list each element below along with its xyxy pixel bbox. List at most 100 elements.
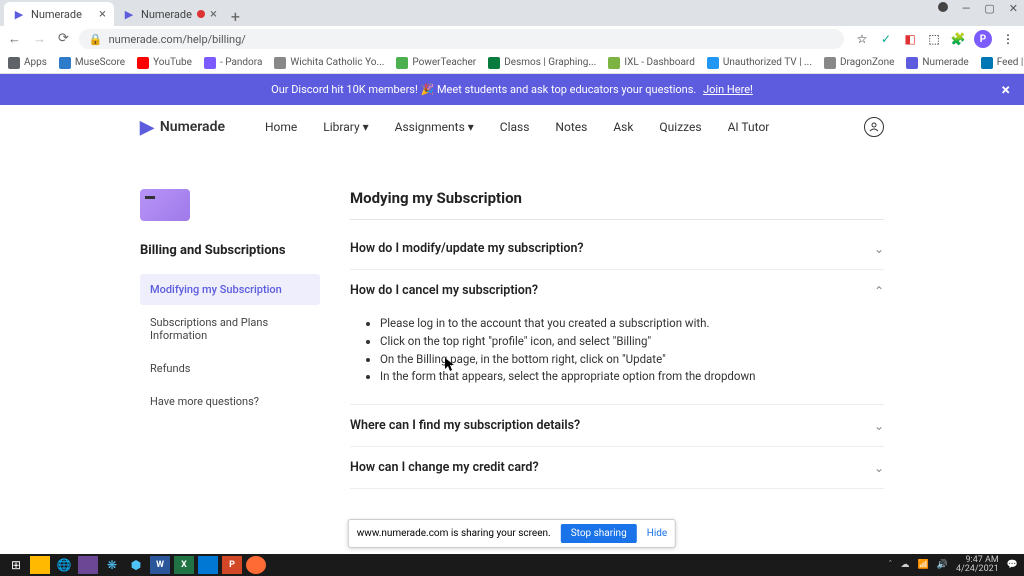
extension-icon-1[interactable]: ✓ [878, 31, 894, 47]
record-indicator [938, 2, 948, 12]
sidebar-item-refunds[interactable]: Refunds [140, 353, 320, 384]
bookmark-linkedin[interactable]: Feed | LinkedIn [981, 57, 1024, 69]
faq-header[interactable]: Where can I find my subscription details… [350, 405, 884, 446]
logo-text: Numerade [160, 119, 225, 135]
minimize-button[interactable]: — [962, 2, 971, 15]
bookmark-unauthorized[interactable]: Unauthorized TV | ... [707, 57, 812, 69]
banner-link[interactable]: Join Here! [703, 83, 753, 96]
bookmark-dragonzone[interactable]: DragonZone [824, 57, 894, 69]
bookmark-youtube[interactable]: YouTube [137, 57, 192, 69]
tab-title: Numerade [31, 8, 94, 21]
chevron-down-icon: ⌄ [874, 242, 884, 256]
start-button[interactable]: ⊞ [6, 556, 26, 574]
faq-header[interactable]: How do I modify/update my subscription? … [350, 228, 884, 269]
banner-text: Our Discord hit 10K members! 🎉 Meet stud… [271, 83, 753, 96]
task-excel[interactable]: X [174, 556, 194, 574]
sidebar: Billing and Subscriptions Modifying my S… [140, 189, 320, 489]
hide-sharing-button[interactable]: Hide [647, 528, 668, 539]
banner-close-icon[interactable]: × [1002, 80, 1011, 99]
nav-library[interactable]: Library ▾ [323, 120, 368, 134]
lock-icon: 🔒 [89, 33, 103, 46]
faq-step: On the Billing page, in the bottom right… [380, 351, 884, 369]
sidebar-title: Billing and Subscriptions [140, 243, 320, 258]
extension-icon-2[interactable]: ◧ [902, 31, 918, 47]
billing-illustration [140, 189, 190, 221]
window-controls: — ▢ ✕ [938, 2, 1018, 15]
stop-sharing-button[interactable]: Stop sharing [561, 524, 637, 543]
faq-step: Please log in to the account that you cr… [380, 315, 884, 333]
nav-assignments[interactable]: Assignments ▾ [395, 120, 474, 134]
faq-details: Where can I find my subscription details… [350, 405, 884, 447]
reload-button[interactable]: ⟳ [58, 31, 69, 47]
faq-question: How do I cancel my subscription? [350, 283, 538, 298]
tray-wifi-icon[interactable]: 📶 [918, 560, 929, 570]
browser-tab-2[interactable]: ▶ Numerade × [114, 2, 225, 26]
profile-icon[interactable] [864, 117, 884, 137]
sidebar-item-modifying[interactable]: Modifying my Subscription [140, 274, 320, 305]
notification-icon[interactable]: 💬 [1007, 560, 1018, 570]
address-bar: ← → ⟳ 🔒 numerade.com/help/billing/ ☆ ✓ ◧… [0, 26, 1024, 52]
menu-icon[interactable]: ⋮ [1000, 31, 1016, 47]
bookmark-wichita[interactable]: Wichita Catholic Yo... [274, 57, 384, 69]
url-text: numerade.com/help/billing/ [109, 33, 246, 46]
favicon-icon: ▶ [12, 7, 26, 21]
sidebar-item-plans[interactable]: Subscriptions and Plans Information [140, 307, 320, 351]
task-app-3[interactable]: ⬢ [126, 556, 146, 574]
tab-close-icon[interactable]: × [99, 7, 106, 22]
star-icon[interactable]: ☆ [854, 31, 870, 47]
task-explorer[interactable] [30, 556, 50, 574]
main-content: Modying my Subscription How do I modify/… [350, 189, 884, 489]
browser-tab-1[interactable]: ▶ Numerade × [4, 2, 114, 26]
bookmark-numerade[interactable]: Numerade [906, 57, 968, 69]
taskbar: ⊞ 🌐 ❋ ⬢ W X P ˆ ☁ 📶 🔊 9:47 AM 4/24/2021 … [0, 554, 1024, 576]
faq-question: How can I change my credit card? [350, 460, 539, 475]
system-clock[interactable]: 9:47 AM 4/24/2021 [956, 556, 999, 574]
nav-quizzes[interactable]: Quizzes [659, 120, 701, 134]
logo[interactable]: ▶ Numerade [140, 117, 225, 138]
browser-chrome: — ▢ ✕ ▶ Numerade × ▶ Numerade × + ← → ⟳ … [0, 0, 1024, 52]
tray-up-icon[interactable]: ˆ [888, 560, 892, 570]
nav-aitutor[interactable]: AI Tutor [728, 120, 770, 134]
nav-class[interactable]: Class [500, 120, 530, 134]
faq-modify: How do I modify/update my subscription? … [350, 228, 884, 270]
forward-button[interactable]: → [33, 31, 46, 47]
faq-question: How do I modify/update my subscription? [350, 241, 584, 256]
bookmark-pandora[interactable]: - Pandora [204, 57, 262, 69]
bookmark-ixl[interactable]: IXL - Dashboard [608, 57, 695, 69]
bookmarks-bar: Apps MuseScore YouTube - Pandora Wichita… [0, 52, 1024, 74]
extensions-menu-icon[interactable]: 🧩 [950, 31, 966, 47]
task-chrome[interactable]: 🌐 [54, 556, 74, 574]
faq-question: Where can I find my subscription details… [350, 418, 580, 433]
bookmark-desmos[interactable]: Desmos | Graphing... [488, 57, 596, 69]
close-button[interactable]: ✕ [1009, 2, 1018, 15]
task-app-1[interactable] [78, 556, 98, 574]
faq-header[interactable]: How do I cancel my subscription? ⌃ [350, 270, 884, 311]
maximize-button[interactable]: ▢ [984, 2, 994, 15]
task-word[interactable]: W [150, 556, 170, 574]
new-tab-button[interactable]: + [225, 7, 246, 26]
tab-close-icon[interactable]: × [210, 7, 217, 22]
tab-bar: ▶ Numerade × ▶ Numerade × + [0, 0, 1024, 26]
apps-button[interactable]: Apps [8, 57, 47, 69]
nav-notes[interactable]: Notes [555, 120, 587, 134]
sidebar-item-questions[interactable]: Have more questions? [140, 386, 320, 417]
extension-icon-3[interactable]: ⬚ [926, 31, 942, 47]
faq-credit-card: How can I change my credit card? ⌄ [350, 447, 884, 489]
task-app-5[interactable] [246, 556, 266, 574]
tray-cloud-icon[interactable]: ☁ [901, 560, 910, 570]
faq-step: In the form that appears, select the app… [380, 368, 884, 386]
url-input[interactable]: 🔒 numerade.com/help/billing/ [79, 29, 844, 49]
task-app-4[interactable] [198, 556, 218, 574]
task-powerpoint[interactable]: P [222, 556, 242, 574]
tray-volume-icon[interactable]: 🔊 [937, 560, 948, 570]
bookmark-musescore[interactable]: MuseScore [59, 57, 125, 69]
faq-cancel: How do I cancel my subscription? ⌃ Pleas… [350, 270, 884, 405]
profile-avatar[interactable]: P [974, 30, 992, 48]
faq-header[interactable]: How can I change my credit card? ⌄ [350, 447, 884, 488]
back-button[interactable]: ← [8, 31, 21, 47]
nav-home[interactable]: Home [265, 120, 297, 134]
task-app-2[interactable]: ❋ [102, 556, 122, 574]
nav-ask[interactable]: Ask [613, 120, 633, 134]
bookmark-powerteacher[interactable]: PowerTeacher [396, 57, 476, 69]
share-text: www.numerade.com is sharing your screen. [357, 528, 551, 539]
